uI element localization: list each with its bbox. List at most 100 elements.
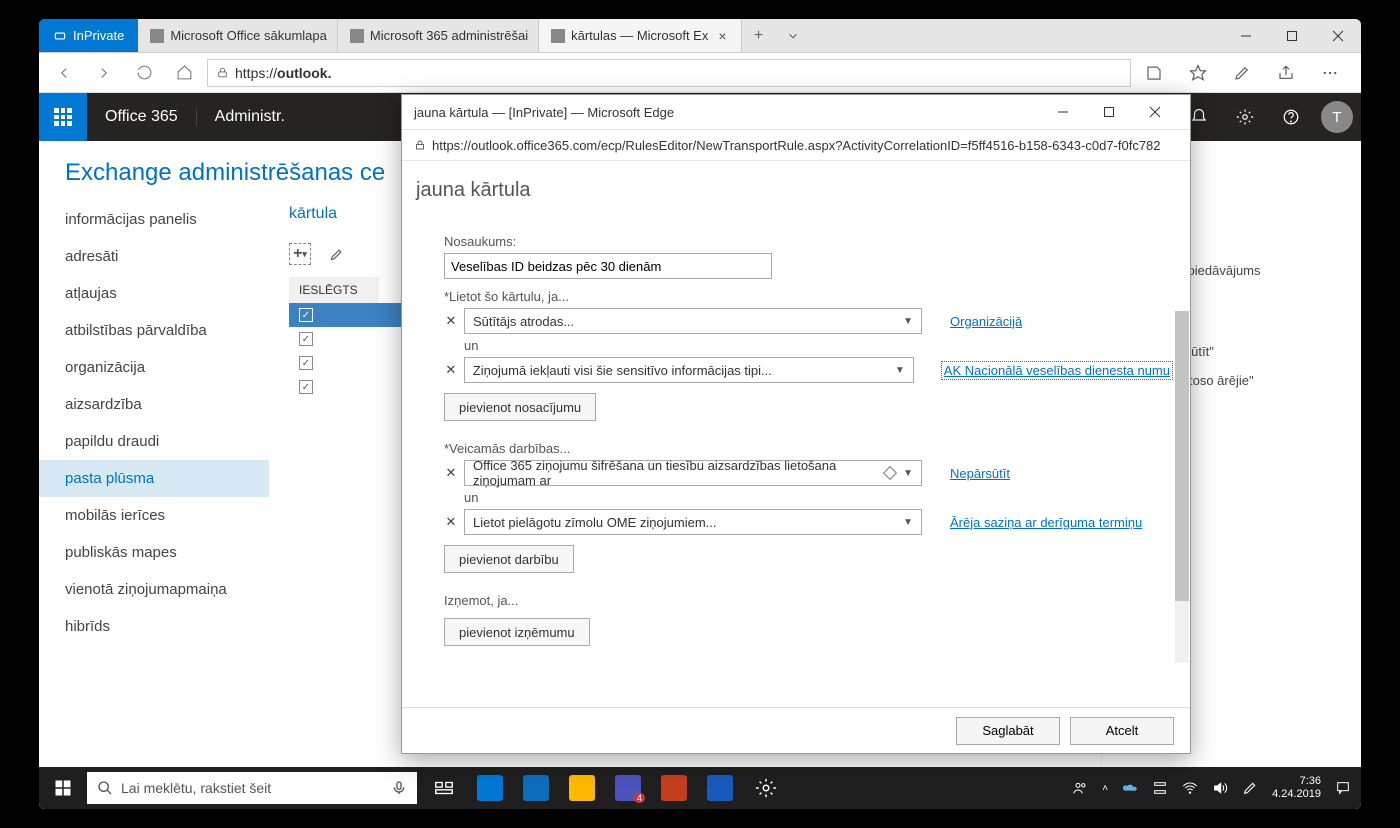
app-launcher-button[interactable] — [39, 93, 87, 141]
close-button[interactable] — [1315, 19, 1361, 52]
home-button[interactable] — [167, 56, 201, 90]
page-icon — [150, 29, 164, 43]
start-button[interactable] — [39, 779, 87, 797]
nav-compliance[interactable]: atbilstības pārvaldība — [39, 312, 269, 349]
favorites-button[interactable] — [1181, 56, 1215, 90]
url-input[interactable]: https://outlook. — [207, 59, 1131, 87]
tray-chevron-icon[interactable]: ˄ — [1102, 783, 1108, 794]
browser-tab[interactable]: Microsoft Office sākumlapa — [138, 19, 338, 52]
remove-condition-button[interactable]: ✕ — [444, 362, 458, 378]
left-nav: informācijas panelis adresāti atļaujas a… — [39, 201, 269, 809]
word-app[interactable] — [697, 767, 743, 809]
remove-action-button[interactable]: ✕ — [444, 465, 458, 481]
forward-button[interactable] — [87, 56, 121, 90]
nav-recipients[interactable]: adresāti — [39, 238, 269, 275]
nav-mailflow[interactable]: pasta plūsma — [39, 460, 269, 497]
checkbox-icon[interactable]: ✓ — [299, 356, 313, 370]
nav-hybrid[interactable]: hibrīds — [39, 608, 269, 645]
maximize-button[interactable] — [1269, 19, 1315, 52]
volume-icon[interactable] — [1212, 780, 1228, 796]
page-icon — [350, 29, 364, 43]
onedrive-icon[interactable] — [1122, 780, 1138, 796]
action-select[interactable]: Lietot pielāgotu zīmolu OME ziņojumiem..… — [464, 509, 922, 535]
outlook-app[interactable] — [513, 767, 559, 809]
remove-condition-button[interactable]: ✕ — [444, 313, 458, 329]
back-button[interactable] — [47, 56, 81, 90]
browser-addressbar: https://outlook. — [39, 53, 1361, 93]
checkbox-icon[interactable]: ✓ — [299, 308, 313, 322]
ime-icon[interactable] — [1242, 780, 1258, 796]
remove-action-button[interactable]: ✕ — [444, 514, 458, 530]
condition-value-link[interactable]: AK Nacionālā veselības dienesta numu — [942, 362, 1172, 379]
wifi-icon[interactable] — [1182, 780, 1198, 796]
new-tab-button[interactable]: + — [742, 19, 776, 52]
condition-select[interactable]: Sūtītājs atrodas...▼ — [464, 308, 922, 334]
diamond-icon — [883, 466, 897, 480]
nav-mobile[interactable]: mobilās ierīces — [39, 497, 269, 534]
refresh-button[interactable] — [127, 56, 161, 90]
dialog-url: https://outlook.office365.com/ecp/RulesE… — [432, 138, 1161, 153]
nav-threats[interactable]: papildu draudi — [39, 423, 269, 460]
dialog-footer: Saglabāt Atcelt — [402, 707, 1190, 753]
page-icon — [551, 29, 565, 43]
action-center-icon[interactable] — [1335, 780, 1351, 796]
lock-icon — [414, 139, 426, 151]
taskbar-search[interactable]: Lai meklētu, rakstiet šeit — [87, 772, 417, 804]
explorer-app[interactable] — [559, 767, 605, 809]
add-action-button[interactable]: pievienot darbību — [444, 545, 574, 573]
clock[interactable]: 7:36 4.24.2019 — [1272, 775, 1321, 801]
dialog-close-button[interactable] — [1132, 106, 1178, 118]
action-value-link[interactable]: Nepārsūtīt — [950, 466, 1010, 481]
checkbox-icon[interactable]: ✓ — [299, 380, 313, 394]
network-icon[interactable] — [1152, 780, 1168, 796]
tab-overflow-button[interactable] — [776, 19, 810, 52]
edge-app[interactable] — [467, 767, 513, 809]
app-label: Administr. — [196, 108, 303, 126]
condition-select[interactable]: Ziņojumā iekļauti visi šie sensitīvo inf… — [464, 357, 914, 383]
dialog-minimize-button[interactable] — [1040, 106, 1086, 118]
mic-icon[interactable] — [391, 780, 407, 796]
close-icon[interactable]: × — [714, 28, 730, 44]
lock-icon — [216, 66, 229, 79]
apply-if-label: *Lietot šo kārtulu, ja... — [444, 289, 1172, 304]
edit-rule-button[interactable] — [325, 243, 347, 265]
notes-button[interactable] — [1225, 56, 1259, 90]
and-label: un — [464, 490, 1172, 505]
minimize-button[interactable] — [1223, 19, 1269, 52]
add-rule-button[interactable]: +▾ — [289, 243, 311, 265]
browser-tab-active[interactable]: kārtulas — Microsoft Ex × — [539, 19, 741, 52]
action-select[interactable]: Office 365 ziņojumu šifrēšana un tiesību… — [464, 460, 922, 486]
taskbar: Lai meklētu, rakstiet šeit 4 ˄ 7:36 4.24… — [39, 767, 1361, 809]
settings-button[interactable] — [1223, 93, 1267, 141]
nav-organization[interactable]: organizācija — [39, 349, 269, 386]
reading-list-button[interactable] — [1137, 56, 1171, 90]
window: InPrivate Microsoft Office sākumlapa Mic… — [39, 19, 1361, 809]
add-condition-button[interactable]: pievienot nosacījumu — [444, 393, 596, 421]
checkbox-icon[interactable]: ✓ — [299, 332, 313, 346]
cancel-button[interactable]: Atcelt — [1070, 717, 1174, 745]
teams-app[interactable]: 4 — [605, 767, 651, 809]
more-button[interactable] — [1313, 56, 1347, 90]
task-view-button[interactable] — [421, 767, 467, 809]
inprivate-badge: InPrivate — [39, 19, 138, 52]
nav-protection[interactable]: aizsardzība — [39, 386, 269, 423]
nav-permissions[interactable]: atļaujas — [39, 275, 269, 312]
condition-value-link[interactable]: Organizācijā — [950, 314, 1022, 329]
powerpoint-app[interactable] — [651, 767, 697, 809]
scrollbar-thumb[interactable] — [1175, 311, 1189, 601]
nav-public-folders[interactable]: publiskās mapes — [39, 534, 269, 571]
people-icon[interactable] — [1072, 780, 1088, 796]
user-avatar[interactable]: T — [1321, 101, 1353, 133]
dialog-titlebar: jauna kārtula — [InPrivate] — Microsoft … — [402, 95, 1190, 129]
nav-dashboard[interactable]: informācijas panelis — [39, 201, 269, 238]
rule-name-input[interactable] — [444, 253, 772, 279]
share-button[interactable] — [1269, 56, 1303, 90]
dialog-maximize-button[interactable] — [1086, 106, 1132, 118]
help-button[interactable] — [1269, 93, 1313, 141]
action-value-link[interactable]: Ārēja saziņa ar derīguma termiņu — [950, 515, 1142, 530]
nav-um[interactable]: vienotā ziņojumapmaiņa — [39, 571, 269, 608]
save-button[interactable]: Saglabāt — [956, 717, 1060, 745]
browser-tab[interactable]: Microsoft 365 administrēšai — [338, 19, 539, 52]
add-exception-button[interactable]: pievienot izņēmumu — [444, 618, 590, 646]
settings-app[interactable] — [743, 767, 789, 809]
